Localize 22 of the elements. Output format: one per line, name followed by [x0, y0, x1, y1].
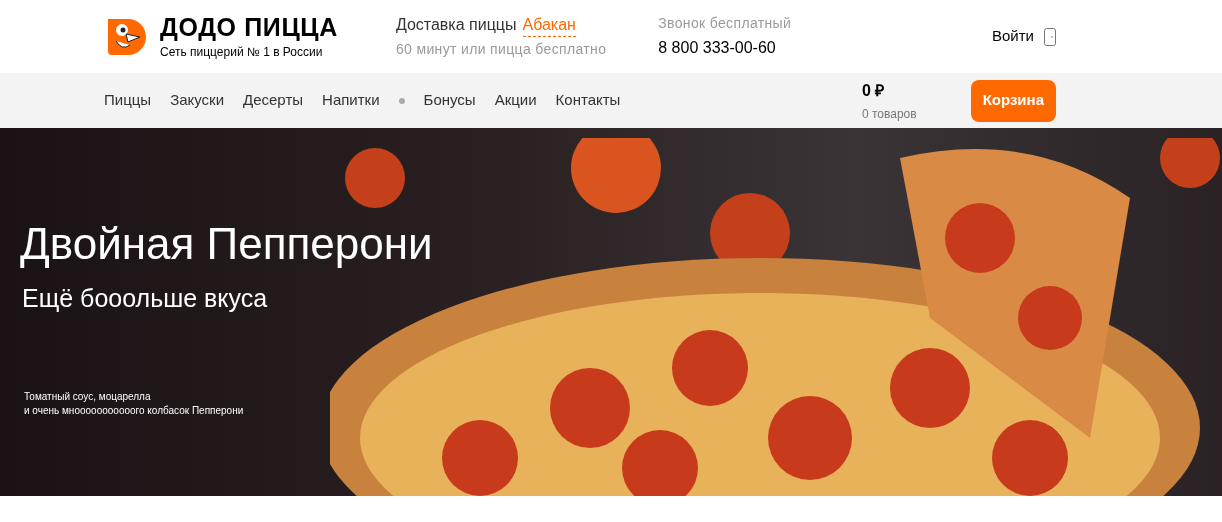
nav-link[interactable]: Пиццы: [104, 89, 152, 112]
nav-link[interactable]: Бонусы: [423, 89, 476, 112]
phone-number: 8 800 333-00-60: [658, 38, 777, 58]
delivery-label: Доставка пиццы: [395, 14, 517, 35]
promo-banner[interactable]: Двойная Пепперони Ещё бооольше вкуса Томатный соус, моцарелла и очень мнооооооооооого колбасок Пепперони: [0, 128, 1222, 496]
nav-link[interactable]: Напитки: [322, 89, 380, 112]
tagline: Сеть пиццерий № 1 в России: [160, 43, 324, 61]
banner-subtitle: Ещё бооольше вкуса: [22, 283, 269, 314]
nav-link[interactable]: Контакты: [555, 89, 621, 112]
banner-title: Двойная Пепперони: [20, 218, 434, 270]
nav-link[interactable]: Акции: [494, 89, 537, 112]
nav-link[interactable]: Десерты: [243, 89, 304, 112]
call-label: Звонок бесплатный: [658, 14, 792, 33]
delivery-note: 60 минут или пицца бесплатно: [395, 39, 607, 59]
phone-icon: [1044, 27, 1056, 46]
banner-description: и очень мнооооооооооого колбасок Пепперони: [24, 403, 245, 418]
login-link[interactable]: Войти: [992, 25, 1034, 48]
cart-total: 0 ₽: [861, 80, 886, 101]
banner-description: Томатный соус, моцарелла: [24, 389, 152, 404]
cart-count: 0 товаров: [861, 105, 917, 123]
brand-name: ДОДО ПИЦЦА: [160, 12, 338, 41]
nav-link[interactable]: Закуски: [170, 89, 225, 112]
